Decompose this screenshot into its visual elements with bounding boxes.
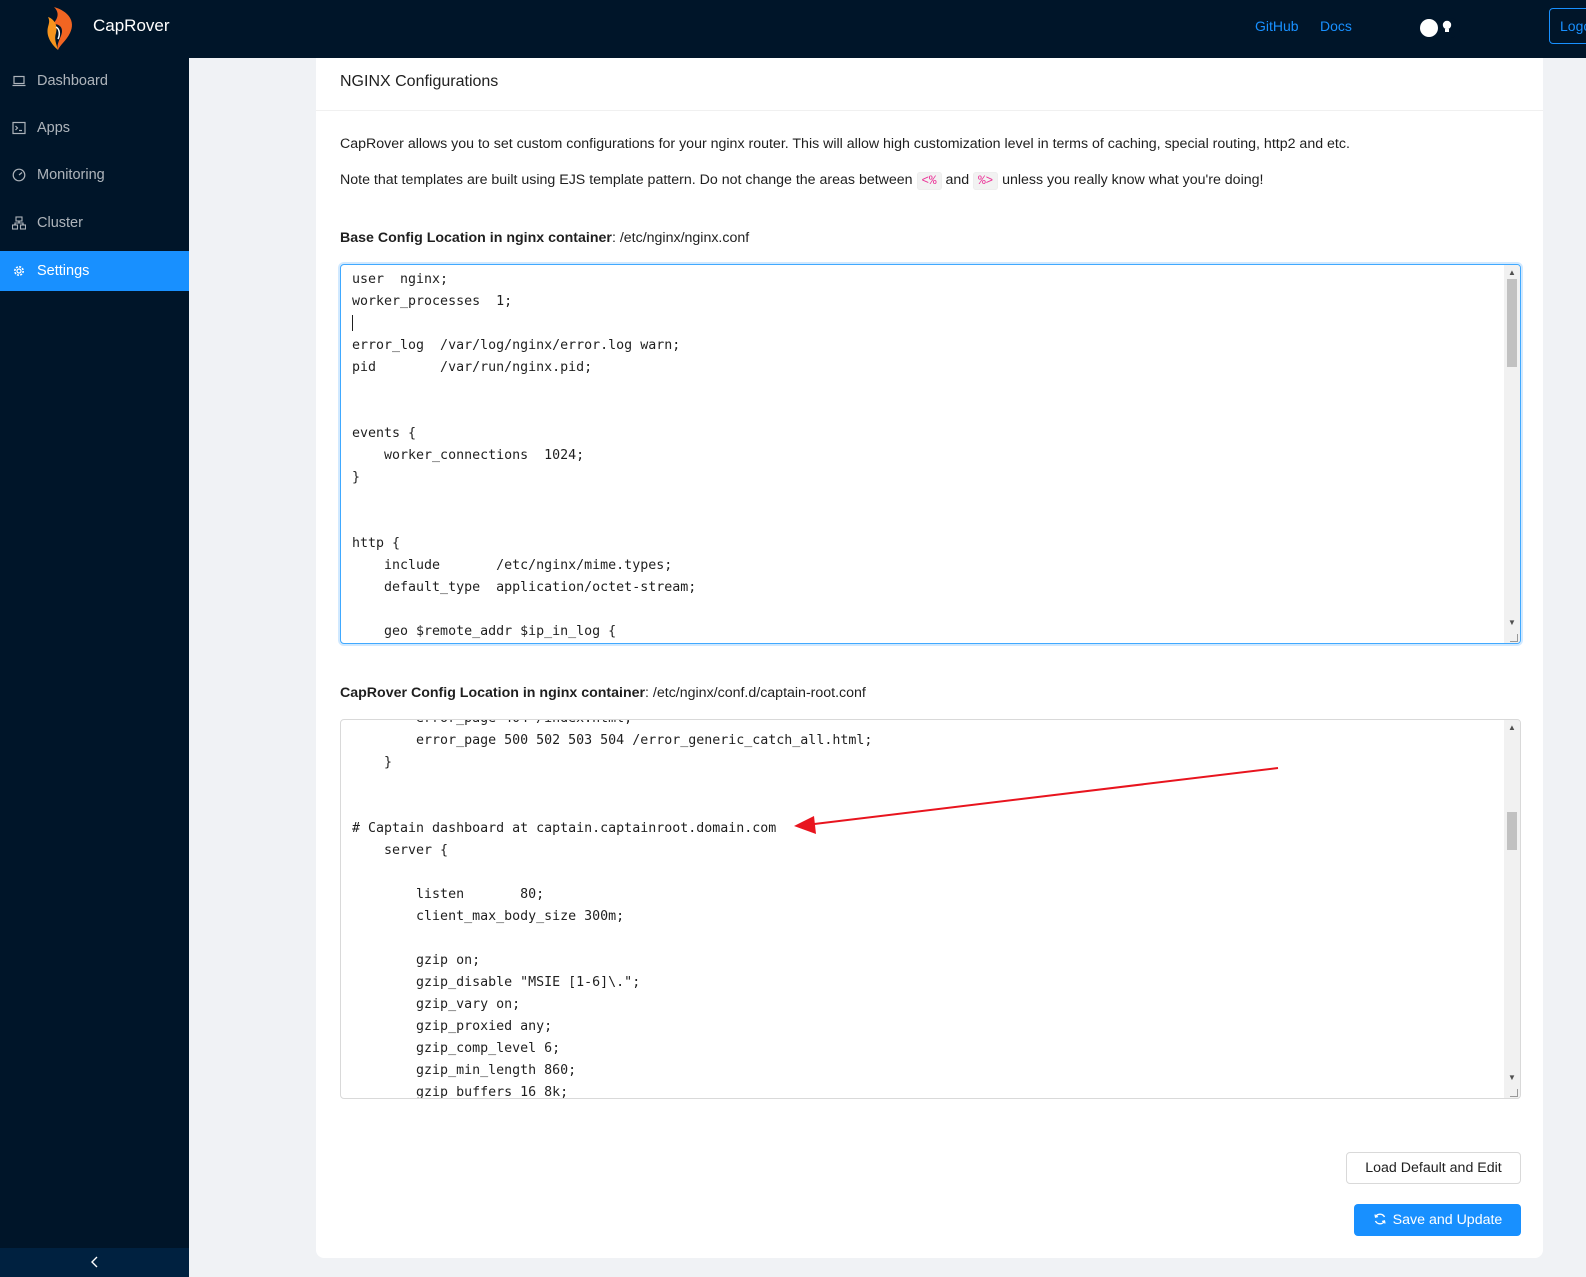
code-icon — [12, 121, 26, 135]
sidebar-item-label: Monitoring — [37, 167, 105, 183]
captain-config-label: CapRover Config Location in nginx contai… — [340, 685, 866, 701]
bulb-icon — [1442, 20, 1452, 32]
sidebar-item-dashboard[interactable]: Dashboard — [0, 61, 189, 101]
ejs-note-and: and — [941, 172, 974, 188]
scroll-up-icon[interactable]: ▲ — [1508, 723, 1516, 732]
top-header: CapRover GitHub Docs Logout — [0, 0, 1586, 58]
sidebar-item-settings[interactable]: Settings — [0, 251, 189, 291]
scroll-up-icon[interactable]: ▲ — [1508, 268, 1516, 277]
sync-icon — [1374, 1213, 1386, 1225]
ejs-open-tag: <% — [916, 172, 942, 190]
sidebar-item-apps[interactable]: Apps — [0, 108, 189, 148]
intro-text: CapRover allows you to set custom config… — [340, 136, 1350, 152]
scroll-down-icon[interactable]: ▼ — [1508, 618, 1516, 627]
base-config-label: Base Config Location in nginx container:… — [340, 230, 749, 246]
laptop-icon — [12, 75, 26, 87]
load-default-button[interactable]: Load Default and Edit — [1346, 1152, 1521, 1184]
sidebar-item-cluster[interactable]: Cluster — [0, 203, 189, 243]
scrollbar-thumb[interactable] — [1507, 812, 1517, 850]
theme-toggle[interactable] — [1418, 18, 1460, 38]
ejs-note-tail: unless you really know what you're doing… — [998, 172, 1264, 188]
base-config-label-title: Base Config Location in nginx container — [340, 230, 612, 246]
sidebar-item-label: Apps — [37, 120, 71, 136]
sidebar-collapse-button[interactable] — [0, 1248, 189, 1277]
left-chevron-icon — [90, 1256, 97, 1268]
scroll-down-icon[interactable]: ▼ — [1508, 1073, 1516, 1082]
ejs-note-text: Note that templates are built using EJS … — [340, 172, 917, 188]
base-config-editor[interactable]: user nginx; worker_processes 1; error_lo… — [340, 264, 1521, 644]
dashboard-icon — [12, 168, 26, 182]
ejs-note: Note that templates are built using EJS … — [340, 172, 1264, 190]
base-config-text: user nginx; worker_processes 1; error_lo… — [352, 272, 697, 639]
sidebar: Dashboard Apps Monitoring Cluster Settin… — [0, 58, 189, 1277]
sidebar-item-label: Dashboard — [37, 73, 108, 89]
card-divider — [316, 110, 1543, 111]
docs-link[interactable]: Docs — [1320, 18, 1352, 34]
logout-button[interactable]: Logout — [1549, 8, 1586, 44]
github-link[interactable]: GitHub — [1255, 18, 1299, 34]
nginx-config-card: NGINX Configurations CapRover allows you… — [316, 58, 1543, 1258]
captain-config-editor[interactable]: error_page 404 /index.html; error_page 5… — [340, 719, 1521, 1099]
captain-config-scrollbar[interactable]: ▲ ▼ — [1504, 720, 1520, 1098]
resize-handle-icon[interactable] — [1510, 634, 1518, 642]
base-config-path: : /etc/nginx/nginx.conf — [611, 230, 750, 246]
sidebar-item-label: Settings — [37, 263, 90, 279]
text-cursor — [352, 315, 353, 331]
base-config-scrollbar[interactable]: ▲ ▼ — [1504, 265, 1520, 643]
app-brand: CapRover — [93, 16, 170, 35]
save-update-label: Save and Update — [1392, 1212, 1503, 1228]
caprover-logo-icon — [47, 7, 73, 50]
cluster-icon — [12, 216, 26, 230]
captain-config-label-title: CapRover Config Location in nginx contai… — [340, 685, 646, 701]
save-update-button[interactable]: Save and Update — [1354, 1204, 1521, 1236]
resize-handle-icon[interactable] — [1510, 1089, 1518, 1097]
sidebar-item-monitoring[interactable]: Monitoring — [0, 155, 189, 195]
toggle-knob — [1420, 19, 1438, 37]
ejs-close-tag: %> — [973, 172, 999, 190]
captain-config-path: : /etc/nginx/conf.d/captain-root.conf — [645, 685, 866, 701]
sidebar-item-label: Cluster — [37, 215, 83, 231]
gear-icon — [14, 266, 24, 276]
card-title: NGINX Configurations — [340, 73, 499, 90]
scrollbar-thumb[interactable] — [1507, 279, 1517, 367]
captain-config-text: error_page 404 /index.html; error_page 5… — [352, 720, 873, 1099]
